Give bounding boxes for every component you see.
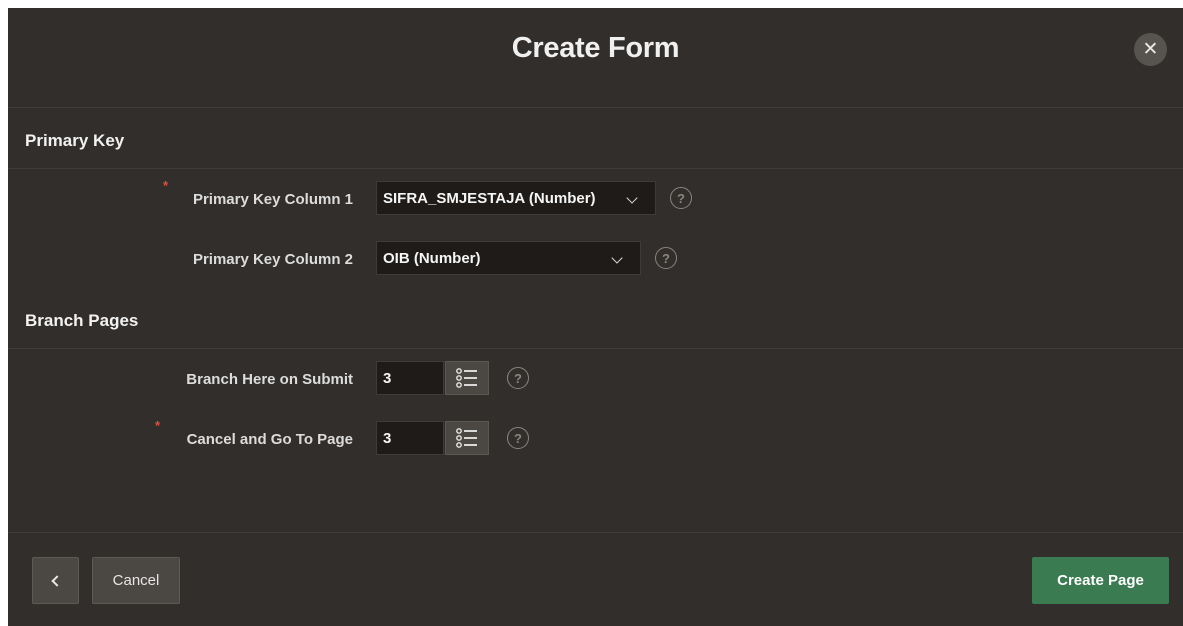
list-icon — [456, 368, 477, 388]
section-primary-key: Primary Key — [8, 109, 1183, 169]
cancel-button[interactable]: Cancel — [92, 557, 180, 604]
pk-column-1-value: SIFRA_SMJESTAJA (Number) — [383, 189, 596, 207]
chevron-left-icon — [51, 574, 63, 587]
chevron-down-icon — [626, 192, 638, 204]
dialog-footer: Cancel Create Page — [8, 532, 1183, 626]
cancel-goto-value: 3 — [383, 429, 392, 447]
chevron-down-icon — [611, 252, 623, 264]
section-branch-pages: Branch Pages — [8, 289, 1183, 349]
help-icon[interactable]: ? — [670, 187, 692, 209]
dialog-header: Create Form ✕ — [8, 8, 1183, 108]
help-icon[interactable]: ? — [507, 367, 529, 389]
pk-column-2-label: Primary Key Column 2 — [192, 251, 353, 268]
pk-column-1-label: Primary Key Column 1 — [192, 191, 353, 208]
pk-column-2-select[interactable]: OIB (Number) — [376, 241, 641, 275]
branch-submit-value: 3 — [383, 369, 392, 387]
cancel-goto-list-button[interactable] — [445, 421, 489, 455]
section-title: Branch Pages — [25, 311, 139, 330]
close-button[interactable]: ✕ — [1134, 33, 1167, 66]
pk-column-2-value: OIB (Number) — [383, 249, 481, 267]
section-title: Primary Key — [25, 131, 125, 150]
help-icon[interactable]: ? — [655, 247, 677, 269]
branch-submit-list-button[interactable] — [445, 361, 489, 395]
close-icon: ✕ — [1142, 39, 1159, 60]
create-page-button[interactable]: Create Page — [1032, 557, 1169, 604]
list-icon — [456, 428, 477, 448]
back-button[interactable] — [32, 557, 79, 604]
branch-submit-input[interactable]: 3 — [376, 361, 444, 395]
pk-column-1-select[interactable]: SIFRA_SMJESTAJA (Number) — [376, 181, 656, 215]
create-form-dialog: Create Form ✕ Primary Key * Primary Key … — [8, 8, 1183, 626]
dialog-title: Create Form — [511, 32, 680, 64]
branch-submit-label: Branch Here on Submit — [186, 371, 353, 388]
help-icon[interactable]: ? — [507, 427, 529, 449]
required-marker: * — [155, 418, 161, 433]
cancel-goto-label: Cancel and Go To Page — [186, 431, 353, 448]
required-marker: * — [163, 178, 169, 193]
cancel-goto-input[interactable]: 3 — [376, 421, 444, 455]
